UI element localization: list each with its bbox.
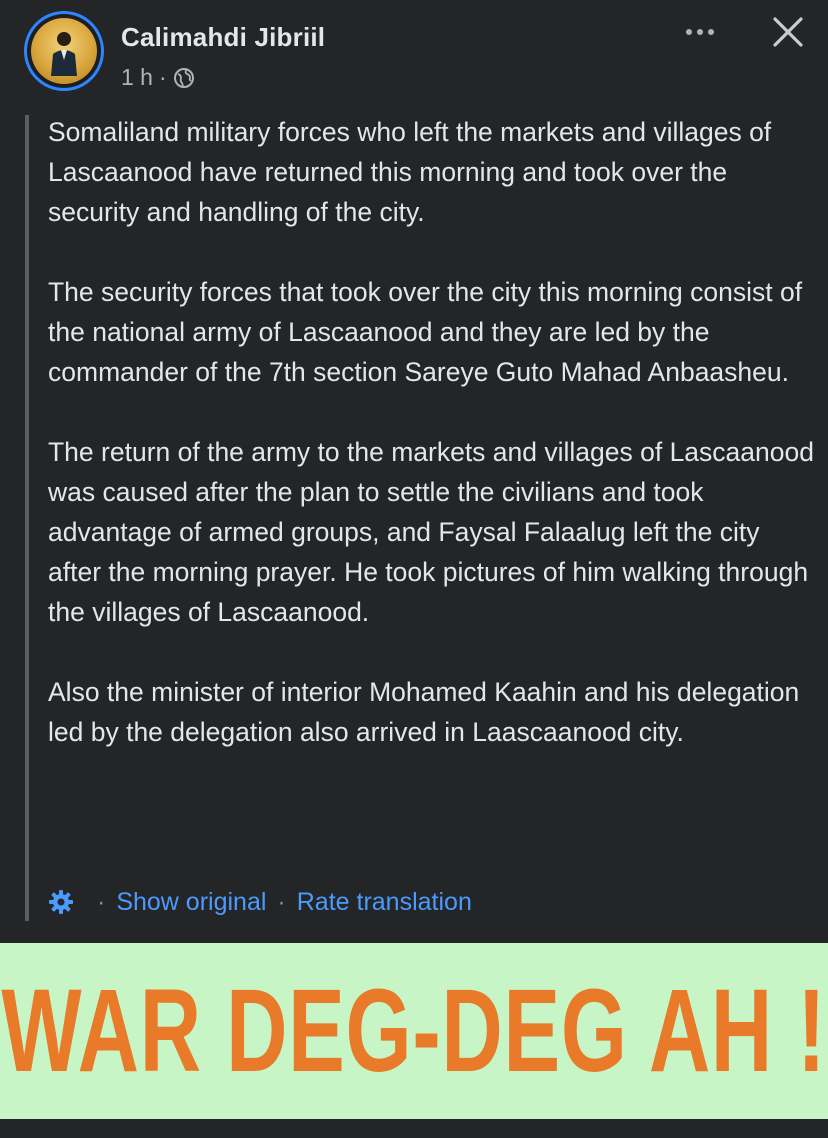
post-paragraph: The security forces that took over the c…	[48, 277, 803, 387]
post-paragraph: The return of the army to the markets an…	[48, 437, 814, 627]
person-icon	[51, 32, 77, 76]
avatar[interactable]	[24, 11, 104, 91]
globe-icon	[173, 67, 194, 88]
post-paragraph: Somaliland military forces who left the …	[48, 117, 772, 227]
translation-separator: ·	[97, 887, 106, 916]
post-time[interactable]: 1 h	[121, 64, 153, 91]
show-original-link[interactable]: Show original	[116, 888, 266, 917]
more-options-button[interactable]	[680, 18, 720, 46]
post-paragraph: Also the minister of interior Mohamed Ka…	[48, 677, 800, 747]
translation-quote-bar	[25, 115, 29, 921]
bottom-strip	[0, 1119, 828, 1138]
banner-text: WAR DEG-DEG AH !	[1, 965, 827, 1097]
more-dot	[697, 29, 703, 35]
rate-translation-link[interactable]: Rate translation	[297, 888, 472, 917]
author-name[interactable]: Calimahdi Jibriil	[121, 22, 325, 53]
gear-icon[interactable]	[48, 889, 74, 915]
post-header: Calimahdi Jibriil 1 h ·	[0, 0, 828, 110]
translation-separator: ·	[277, 887, 286, 916]
avatar-frame	[27, 14, 101, 88]
translation-bar: · Show original · Rate translation	[48, 884, 472, 920]
avatar-image	[31, 18, 97, 84]
post-body: Somaliland military forces who left the …	[48, 112, 818, 752]
post-meta: 1 h ·	[121, 64, 195, 91]
close-icon[interactable]	[768, 12, 808, 52]
meta-separator: ·	[158, 64, 167, 90]
more-dot	[686, 29, 692, 35]
post-viewer: Calimahdi Jibriil 1 h · Somaliland milit…	[0, 0, 828, 1138]
attached-image-banner[interactable]: WAR DEG-DEG AH !	[0, 943, 828, 1119]
more-dot	[708, 29, 714, 35]
